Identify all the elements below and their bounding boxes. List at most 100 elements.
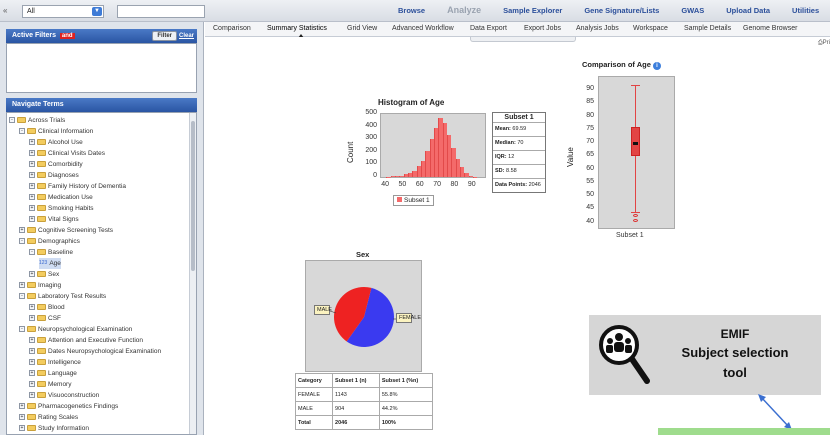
collapse-toggle-icon[interactable]: -	[19, 128, 25, 135]
expand-toggle-icon[interactable]: +	[29, 172, 35, 179]
collapse-toggle-icon[interactable]: -	[19, 293, 25, 300]
expand-toggle-icon[interactable]: +	[29, 183, 35, 190]
tree-item-label: Rating Scales	[38, 414, 79, 421]
tab-sample-details[interactable]: Sample Details	[684, 25, 731, 32]
expand-toggle-icon[interactable]: +	[19, 425, 25, 432]
tab-comparison[interactable]: Comparison	[213, 25, 251, 32]
tree-item[interactable]: + Dates Neuropsychological Examination	[29, 346, 161, 357]
tree-item[interactable]: 123 Age	[39, 258, 61, 269]
tab-export-jobs[interactable]: Export Jobs	[524, 25, 561, 32]
folder-icon	[27, 403, 36, 410]
info-icon[interactable]: i	[652, 62, 661, 70]
expand-toggle-icon[interactable]: +	[29, 216, 35, 223]
scrollbar-thumb[interactable]	[191, 121, 195, 271]
tab-grid-view[interactable]: Grid View	[347, 25, 377, 32]
expand-toggle-icon[interactable]: +	[29, 392, 35, 399]
tree-item[interactable]: + Visuoconstruction	[29, 390, 99, 401]
expand-toggle-icon[interactable]: +	[29, 337, 35, 344]
navigate-terms-header: Navigate Terms	[6, 98, 197, 112]
tab-advanced-workflow[interactable]: Advanced Workflow	[392, 25, 454, 32]
chevron-down-icon[interactable]: ▼	[92, 7, 102, 16]
collapse-toggle-icon[interactable]: -	[19, 238, 25, 245]
menu-item-browse[interactable]: Browse	[398, 6, 425, 15]
folder-icon	[37, 183, 46, 190]
tree-item[interactable]: - Clinical Information	[19, 126, 93, 137]
expand-toggle-icon[interactable]: +	[19, 403, 25, 410]
collapsed-panel-handle[interactable]	[470, 37, 576, 42]
expand-toggle-icon[interactable]: +	[19, 414, 25, 421]
filter-button[interactable]: Filter	[152, 31, 177, 41]
tree-item[interactable]: + Study Information	[19, 423, 89, 434]
expand-toggle-icon[interactable]: +	[29, 359, 35, 366]
expand-toggle-icon[interactable]: +	[29, 205, 35, 212]
clear-link[interactable]: Clear	[179, 29, 194, 43]
expand-toggle-icon[interactable]: +	[29, 139, 35, 146]
collapse-panel-icon[interactable]: «	[3, 6, 15, 16]
tree-item[interactable]: - Across Trials	[9, 115, 65, 126]
tree-item[interactable]: + Family History of Dementia	[29, 181, 126, 192]
tree-item[interactable]: + Alcohol Use	[29, 137, 83, 148]
expand-toggle-icon[interactable]: +	[29, 161, 35, 168]
folder-icon	[37, 150, 46, 157]
and-badge[interactable]: and	[59, 33, 75, 39]
collapse-toggle-icon[interactable]: -	[29, 249, 35, 256]
tree-item[interactable]: + Clinical Visits Dates	[29, 148, 105, 159]
expand-toggle-icon[interactable]: +	[29, 348, 35, 355]
tree-item[interactable]: + Vital Signs	[29, 214, 79, 225]
table-row: FEMALE 1143 55.8%	[294, 387, 434, 402]
table-cell: Total	[294, 415, 334, 430]
stats-row: Median: 70	[493, 136, 545, 150]
tree-item[interactable]: + Sex	[29, 269, 59, 280]
expand-toggle-icon[interactable]: +	[19, 282, 25, 289]
tree-item[interactable]: + Pharmacogenetics Findings	[19, 401, 118, 412]
expand-toggle-icon[interactable]: +	[29, 370, 35, 377]
menu-item-sample-explorer[interactable]: Sample Explorer	[503, 6, 562, 15]
menu-item-analyze[interactable]: Analyze	[447, 5, 481, 15]
tree-item[interactable]: + Language	[29, 368, 77, 379]
sidebar: Active Filters and Filter Clear Navigate…	[0, 22, 204, 435]
tree-item[interactable]: + CSF	[29, 313, 61, 324]
tree-item[interactable]: + Rating Scales	[19, 412, 78, 423]
expand-toggle-icon[interactable]: +	[29, 271, 35, 278]
menu-item-gene-signature-lists[interactable]: Gene Signature/Lists	[584, 6, 659, 15]
collapse-toggle-icon[interactable]: -	[19, 326, 25, 333]
tree-item[interactable]: + Diagnoses	[29, 170, 79, 181]
menu-item-upload-data[interactable]: Upload Data	[726, 6, 770, 15]
tree-item[interactable]: + Blood	[29, 302, 65, 313]
tree-item[interactable]: + Cognitive Screening Tests	[19, 225, 113, 236]
tab-workspace[interactable]: Workspace	[633, 25, 668, 32]
tab-analysis-jobs[interactable]: Analysis Jobs	[576, 25, 619, 32]
callout-line3: tool	[723, 365, 747, 380]
tree-item[interactable]: - Demographics	[19, 236, 80, 247]
folder-icon	[17, 117, 26, 124]
tree-item[interactable]: + Smoking Habits	[29, 203, 94, 214]
menu-item-utilities[interactable]: Utilities	[792, 6, 819, 15]
study-select[interactable]: All ▼	[22, 5, 104, 18]
tree-item[interactable]: - Neuropsychological Examination	[19, 324, 132, 335]
expand-toggle-icon[interactable]: +	[29, 150, 35, 157]
tree-item[interactable]: + Memory	[29, 379, 71, 390]
tree-item[interactable]: + Imaging	[19, 280, 61, 291]
collapse-toggle-icon[interactable]: -	[9, 117, 15, 124]
tree-item[interactable]: + Attention and Executive Function	[29, 335, 143, 346]
folder-icon	[27, 414, 36, 421]
active-filters-box[interactable]	[6, 43, 197, 93]
search-input[interactable]	[117, 5, 205, 18]
menu-item-gwas[interactable]: GWAS	[681, 6, 704, 15]
tree-item[interactable]: + Comorbidity	[29, 159, 83, 170]
tab-summary-statistics[interactable]: Summary Statistics	[267, 25, 327, 32]
expand-toggle-icon[interactable]: +	[29, 315, 35, 322]
tree-item-label: CSF	[48, 315, 61, 322]
tab-data-export[interactable]: Data Export	[470, 25, 507, 32]
tree-scrollbar[interactable]	[189, 113, 196, 434]
expand-toggle-icon[interactable]: +	[29, 381, 35, 388]
tree-item[interactable]: + Medication Use	[29, 192, 93, 203]
print-control[interactable]: ⎙Pri	[818, 40, 830, 47]
expand-toggle-icon[interactable]: +	[29, 194, 35, 201]
expand-toggle-icon[interactable]: +	[29, 304, 35, 311]
tree-item[interactable]: - Baseline	[29, 247, 73, 258]
tab-genome-browser[interactable]: Genome Browser	[743, 25, 797, 32]
expand-toggle-icon[interactable]: +	[19, 227, 25, 234]
tree-item[interactable]: - Laboratory Test Results	[19, 291, 106, 302]
tree-item[interactable]: + Intelligence	[29, 357, 81, 368]
